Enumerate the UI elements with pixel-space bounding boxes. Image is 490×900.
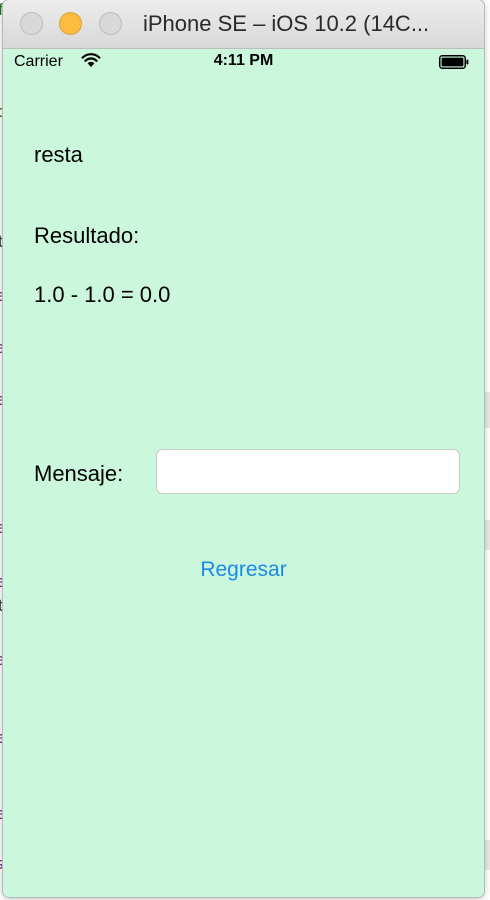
- message-input[interactable]: [156, 449, 460, 494]
- simulator-window: iPhone SE – iOS 10.2 (14C... Carrier 4:1…: [3, 0, 484, 897]
- back-button[interactable]: Regresar: [3, 558, 484, 582]
- result-title: Resultado:: [34, 223, 140, 248]
- minimize-window-button[interactable]: [59, 12, 82, 35]
- status-time: 4:11 PM: [213, 52, 274, 69]
- result-value: 1.0 - 1.0 = 0.0: [34, 282, 171, 307]
- operation-label: resta: [34, 142, 83, 167]
- close-window-button[interactable]: [20, 12, 43, 35]
- ios-status-bar: Carrier 4:11 PM: [3, 48, 484, 76]
- battery-icon: [439, 55, 469, 69]
- window-titlebar[interactable]: iPhone SE – iOS 10.2 (14C...: [3, 0, 484, 49]
- window-title: iPhone SE – iOS 10.2 (14C...: [143, 11, 430, 36]
- desktop: f c t e e e e e t e e e s iPhone SE – iO…: [0, 0, 490, 900]
- zoom-window-button[interactable]: [99, 12, 122, 35]
- message-label: Mensaje:: [34, 461, 124, 486]
